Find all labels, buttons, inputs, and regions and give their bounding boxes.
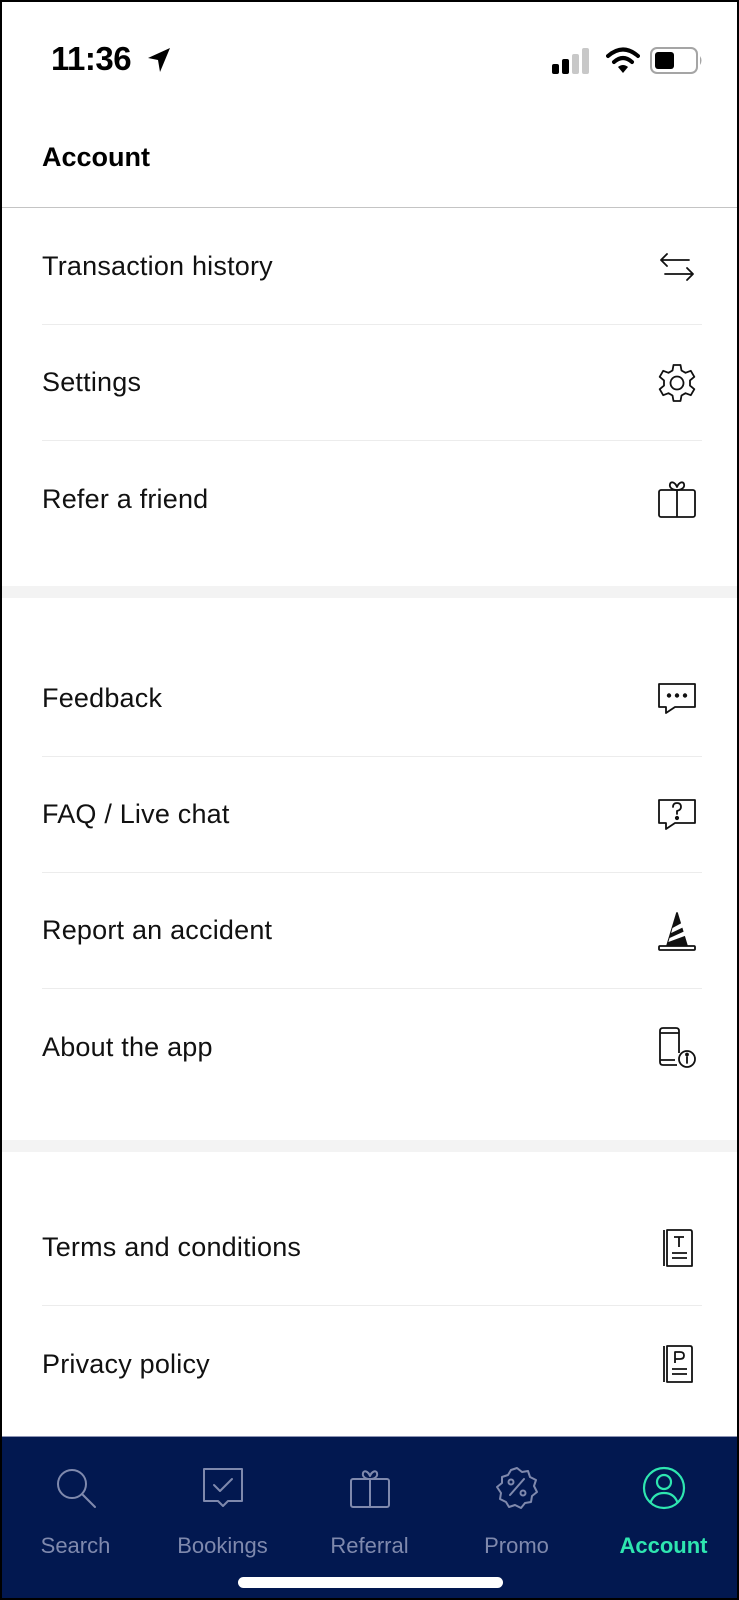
menu-section-account: Transaction history Settings Refer a fri… xyxy=(2,209,737,586)
menu-item-label: Report an accident xyxy=(42,915,273,945)
battery-icon xyxy=(650,47,702,74)
page-header: Account xyxy=(2,112,737,208)
page-title: Account xyxy=(42,142,150,172)
section-separator xyxy=(2,1140,737,1152)
menu-item-label: Transaction history xyxy=(42,251,273,281)
menu-item-label: Privacy policy xyxy=(42,1348,210,1379)
menu-section-support: Feedback FAQ / Live chat Report an accid… xyxy=(2,641,737,1111)
app-screen: 11:36 Account Transaction history Settin… xyxy=(2,2,737,1598)
menu-item-about-the-app[interactable]: About the app xyxy=(42,989,702,1105)
menu-item-label: About the app xyxy=(42,1031,213,1062)
menu-item-refer-a-friend[interactable]: Refer a friend xyxy=(42,441,702,557)
nav-tab-label: Bookings xyxy=(177,1533,268,1558)
document-p-icon xyxy=(655,1342,699,1386)
bookings-check-icon xyxy=(202,1468,243,1507)
menu-item-faq-live-chat[interactable]: FAQ / Live chat xyxy=(42,757,702,873)
menu-item-report-an-accident[interactable]: Report an accident xyxy=(42,873,702,989)
phone-info-icon xyxy=(655,1025,699,1069)
nav-tab-bookings[interactable]: Bookings xyxy=(149,1437,296,1567)
menu-item-privacy-policy[interactable]: Privacy policy xyxy=(42,1306,702,1422)
menu-item-label: Settings xyxy=(42,367,142,397)
section-separator xyxy=(2,586,737,598)
menu-item-settings[interactable]: Settings xyxy=(42,325,702,441)
nav-tab-label: Account xyxy=(619,1533,708,1558)
status-bar: 11:36 xyxy=(2,2,737,112)
menu-section-legal: Terms and conditions Privacy policy xyxy=(2,1190,737,1436)
nav-tab-account[interactable]: Account xyxy=(590,1437,737,1567)
menu-item-label: FAQ / Live chat xyxy=(42,799,230,829)
nav-tab-label: Promo xyxy=(484,1533,549,1558)
nav-tab-label: Search xyxy=(40,1533,111,1558)
menu-item-feedback[interactable]: Feedback xyxy=(42,641,702,757)
menu-item-label: Terms and conditions xyxy=(42,1232,302,1262)
user-circle-icon xyxy=(642,1466,685,1510)
bottom-nav-bar: Search Bookings Referral Promo Account xyxy=(2,1436,737,1598)
status-time: 11:36 xyxy=(51,40,132,77)
menu-item-terms-and-conditions[interactable]: Terms and conditions xyxy=(42,1190,702,1306)
nav-tab-label: Referral xyxy=(330,1533,409,1558)
transfer-arrows-icon xyxy=(655,245,699,289)
nav-tab-referral[interactable]: Referral xyxy=(296,1437,443,1567)
location-arrow-icon xyxy=(148,48,170,72)
document-t-icon xyxy=(655,1226,699,1270)
wifi-icon xyxy=(606,47,640,73)
chat-bubble-dots-icon xyxy=(655,677,699,721)
gift-icon xyxy=(655,477,699,521)
chat-bubble-question-icon xyxy=(655,793,699,837)
nav-tab-promo[interactable]: Promo xyxy=(443,1437,590,1567)
menu-item-label: Refer a friend xyxy=(42,483,209,514)
home-indicator xyxy=(238,1577,503,1588)
gear-icon xyxy=(655,361,699,405)
nav-tab-search[interactable]: Search xyxy=(2,1437,149,1567)
cellular-signal-icon xyxy=(552,48,589,74)
gift-icon xyxy=(349,1470,390,1508)
traffic-cone-icon xyxy=(655,909,699,953)
promo-percent-badge-icon xyxy=(495,1467,538,1509)
search-icon xyxy=(56,1469,96,1508)
menu-item-label: Feedback xyxy=(42,683,163,713)
menu-item-transaction-history[interactable]: Transaction history xyxy=(42,209,702,325)
